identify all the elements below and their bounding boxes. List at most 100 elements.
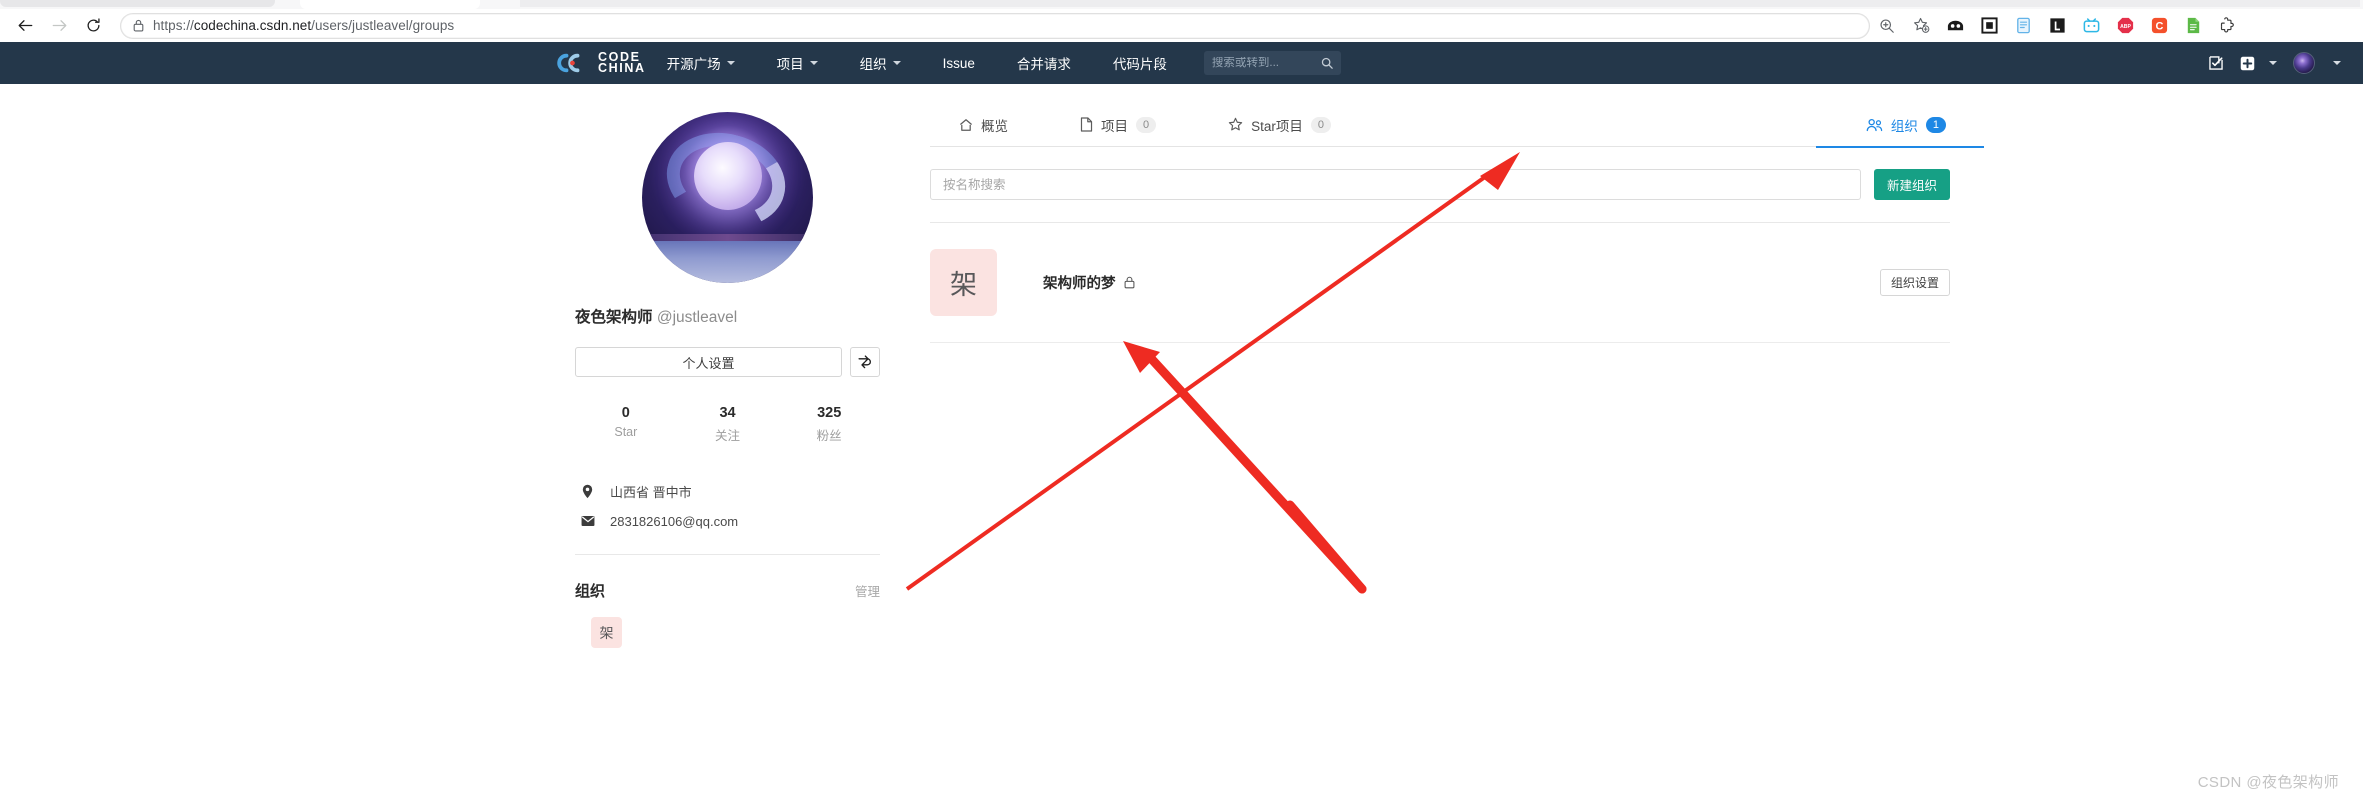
codechina-logo[interactable]: CODE CHINA	[553, 51, 646, 75]
profile-sidebar: 夜色架构师 @justleavel 个人设置 0 Star 34 关注 325 …	[575, 112, 880, 648]
org-name[interactable]: 架构师的梦	[1043, 272, 1116, 293]
search-icon	[1321, 57, 1333, 69]
page-body: 夜色架构师 @justleavel 个人设置 0 Star 34 关注 325 …	[0, 84, 2363, 804]
main-content: 概览 项目 0 Star项目 0 组织 1 按名称搜索 新建组织 架 架构师的梦…	[930, 102, 1985, 343]
browser-tab[interactable]	[520, 0, 2360, 7]
url-path: /users/justleavel/groups	[311, 18, 455, 33]
nav-item-snippets[interactable]: 代码片段	[1092, 42, 1188, 84]
nav-item-label: Issue	[942, 55, 975, 71]
tab-count-badge: 0	[1136, 116, 1157, 133]
org-avatar: 架	[930, 249, 997, 316]
address-bar[interactable]: https://codechina.csdn.net/users/justlea…	[120, 12, 1870, 39]
profile-avatar-moon-koi	[642, 112, 813, 283]
c-extension[interactable]: C	[2142, 12, 2176, 40]
nav-item-label: 开源广场	[666, 57, 721, 72]
nav-item-merge-requests[interactable]: 合并请求	[996, 42, 1092, 84]
chevron-down-icon	[2333, 61, 2341, 65]
screen: https://codechina.csdn.net/users/justlea…	[0, 0, 2363, 804]
chevron-down-icon	[892, 61, 901, 65]
stat-star[interactable]: 0 Star	[575, 405, 677, 444]
plus-square-icon[interactable]	[2240, 56, 2277, 71]
puzzle-extensions-icon[interactable]	[2210, 12, 2244, 40]
user-avatar-menu[interactable]	[2293, 52, 2341, 74]
stat-label: 粉丝	[816, 429, 842, 443]
stat-label: Star	[614, 425, 638, 439]
star-icon	[1228, 117, 1243, 132]
nav-item-groups[interactable]: 组织	[839, 42, 922, 84]
tab-projects[interactable]: 项目 0	[1076, 102, 1160, 147]
profile-email-row: 2831826106@qq.com	[575, 506, 880, 536]
profile-location: 山西省 晋中市	[610, 484, 692, 500]
profile-meta: 山西省 晋中市 2831826106@qq.com	[575, 476, 880, 536]
org-settings-button[interactable]: 组织设置	[1879, 269, 1950, 296]
browser-tab-strip[interactable]	[0, 0, 2363, 9]
star-add-icon[interactable]	[1904, 12, 1938, 40]
chevron-down-icon	[809, 61, 818, 65]
momentum-extension[interactable]	[1938, 12, 1972, 40]
csdn-watermark: CSDN @夜色架构师	[2197, 774, 2339, 791]
nav-item-projects[interactable]: 项目	[756, 42, 839, 84]
navbar-search[interactable]	[1203, 51, 1341, 75]
sidebar-org-title: 组织	[575, 583, 606, 600]
nav-item-issue[interactable]: Issue	[922, 42, 996, 84]
url-scheme: https://	[153, 18, 194, 33]
nav-item-opensource[interactable]: 开源广场	[646, 42, 756, 84]
back-arrow-icon[interactable]	[8, 12, 42, 40]
reader-extension[interactable]	[2006, 12, 2040, 40]
sidebar-divider	[575, 554, 880, 555]
content-divider-bottom	[930, 342, 1950, 343]
tab-groups[interactable]: 组织 1	[1815, 102, 1985, 148]
tab-count-badge: 1	[1925, 116, 1946, 133]
org-search-input[interactable]	[930, 169, 1861, 200]
adblock-plus-extension[interactable]: ABP	[2108, 12, 2142, 40]
browser-tab[interactable]	[0, 0, 275, 7]
horizon-decor	[642, 234, 813, 241]
letter-l-extension[interactable]	[2040, 12, 2074, 40]
zoom-magnifier-icon[interactable]	[1870, 12, 1904, 40]
profile-location-row: 山西省 晋中市	[575, 476, 880, 506]
green-doc-extension[interactable]	[2176, 12, 2210, 40]
brand-line-2: CHINA	[598, 61, 646, 75]
bilibili-extension[interactable]	[2074, 12, 2108, 40]
navbar-right	[2208, 52, 2363, 74]
stat-followers[interactable]: 325 粉丝	[778, 405, 880, 444]
org-info: 架构师的梦	[1043, 272, 1135, 293]
envelope-icon	[580, 515, 595, 527]
svg-text:ABP: ABP	[2120, 24, 2131, 30]
sidebar-org-thumb[interactable]: 架	[591, 617, 622, 648]
location-pin-icon	[580, 484, 595, 499]
navbar-search-input[interactable]	[1211, 57, 1317, 69]
lock-icon	[1124, 276, 1135, 289]
sidebar-org-manage-link[interactable]: 管理	[855, 581, 880, 600]
org-search-row: 新建组织	[930, 169, 1950, 200]
forward-arrow-icon	[42, 12, 76, 40]
reload-icon[interactable]	[76, 12, 110, 40]
stat-following[interactable]: 34 关注	[677, 405, 779, 444]
square-extension[interactable]	[1972, 12, 2006, 40]
share-arrow-icon[interactable]	[850, 347, 880, 377]
stat-label: 关注	[715, 429, 741, 443]
personal-settings-button[interactable]: 个人设置	[575, 347, 842, 377]
content-divider-top	[930, 222, 1950, 223]
nav-item-label: 代码片段	[1112, 57, 1167, 72]
tab-label: 项目	[1101, 118, 1128, 134]
browser-toolbar-right: ABP C	[1870, 12, 2250, 40]
profile-email: 2831826106@qq.com	[610, 513, 739, 529]
codechina-wordmark: CODE CHINA	[598, 51, 646, 75]
chevron-down-icon	[2269, 61, 2277, 65]
url-host: codechina.csdn.net	[193, 18, 312, 33]
profile-actions: 个人设置	[575, 347, 880, 377]
tab-label: 概览	[981, 118, 1008, 134]
stat-value: 325	[817, 405, 842, 421]
lock-icon	[133, 19, 144, 32]
tab-starred-projects[interactable]: Star项目 0	[1224, 102, 1335, 147]
people-icon	[1866, 118, 1883, 132]
checklist-icon[interactable]	[2208, 55, 2224, 71]
tab-overview[interactable]: 概览	[955, 102, 1012, 147]
stat-value: 0	[621, 405, 630, 421]
browser-tab-active[interactable]	[300, 0, 480, 9]
file-icon	[1080, 117, 1093, 132]
new-org-button[interactable]: 新建组织	[1873, 169, 1950, 200]
navbar-menu: 开源广场 项目 组织 Issue 合并请求 代码片段	[646, 42, 1188, 84]
org-list-item[interactable]: 架 架构师的梦 组织设置	[930, 249, 1950, 316]
